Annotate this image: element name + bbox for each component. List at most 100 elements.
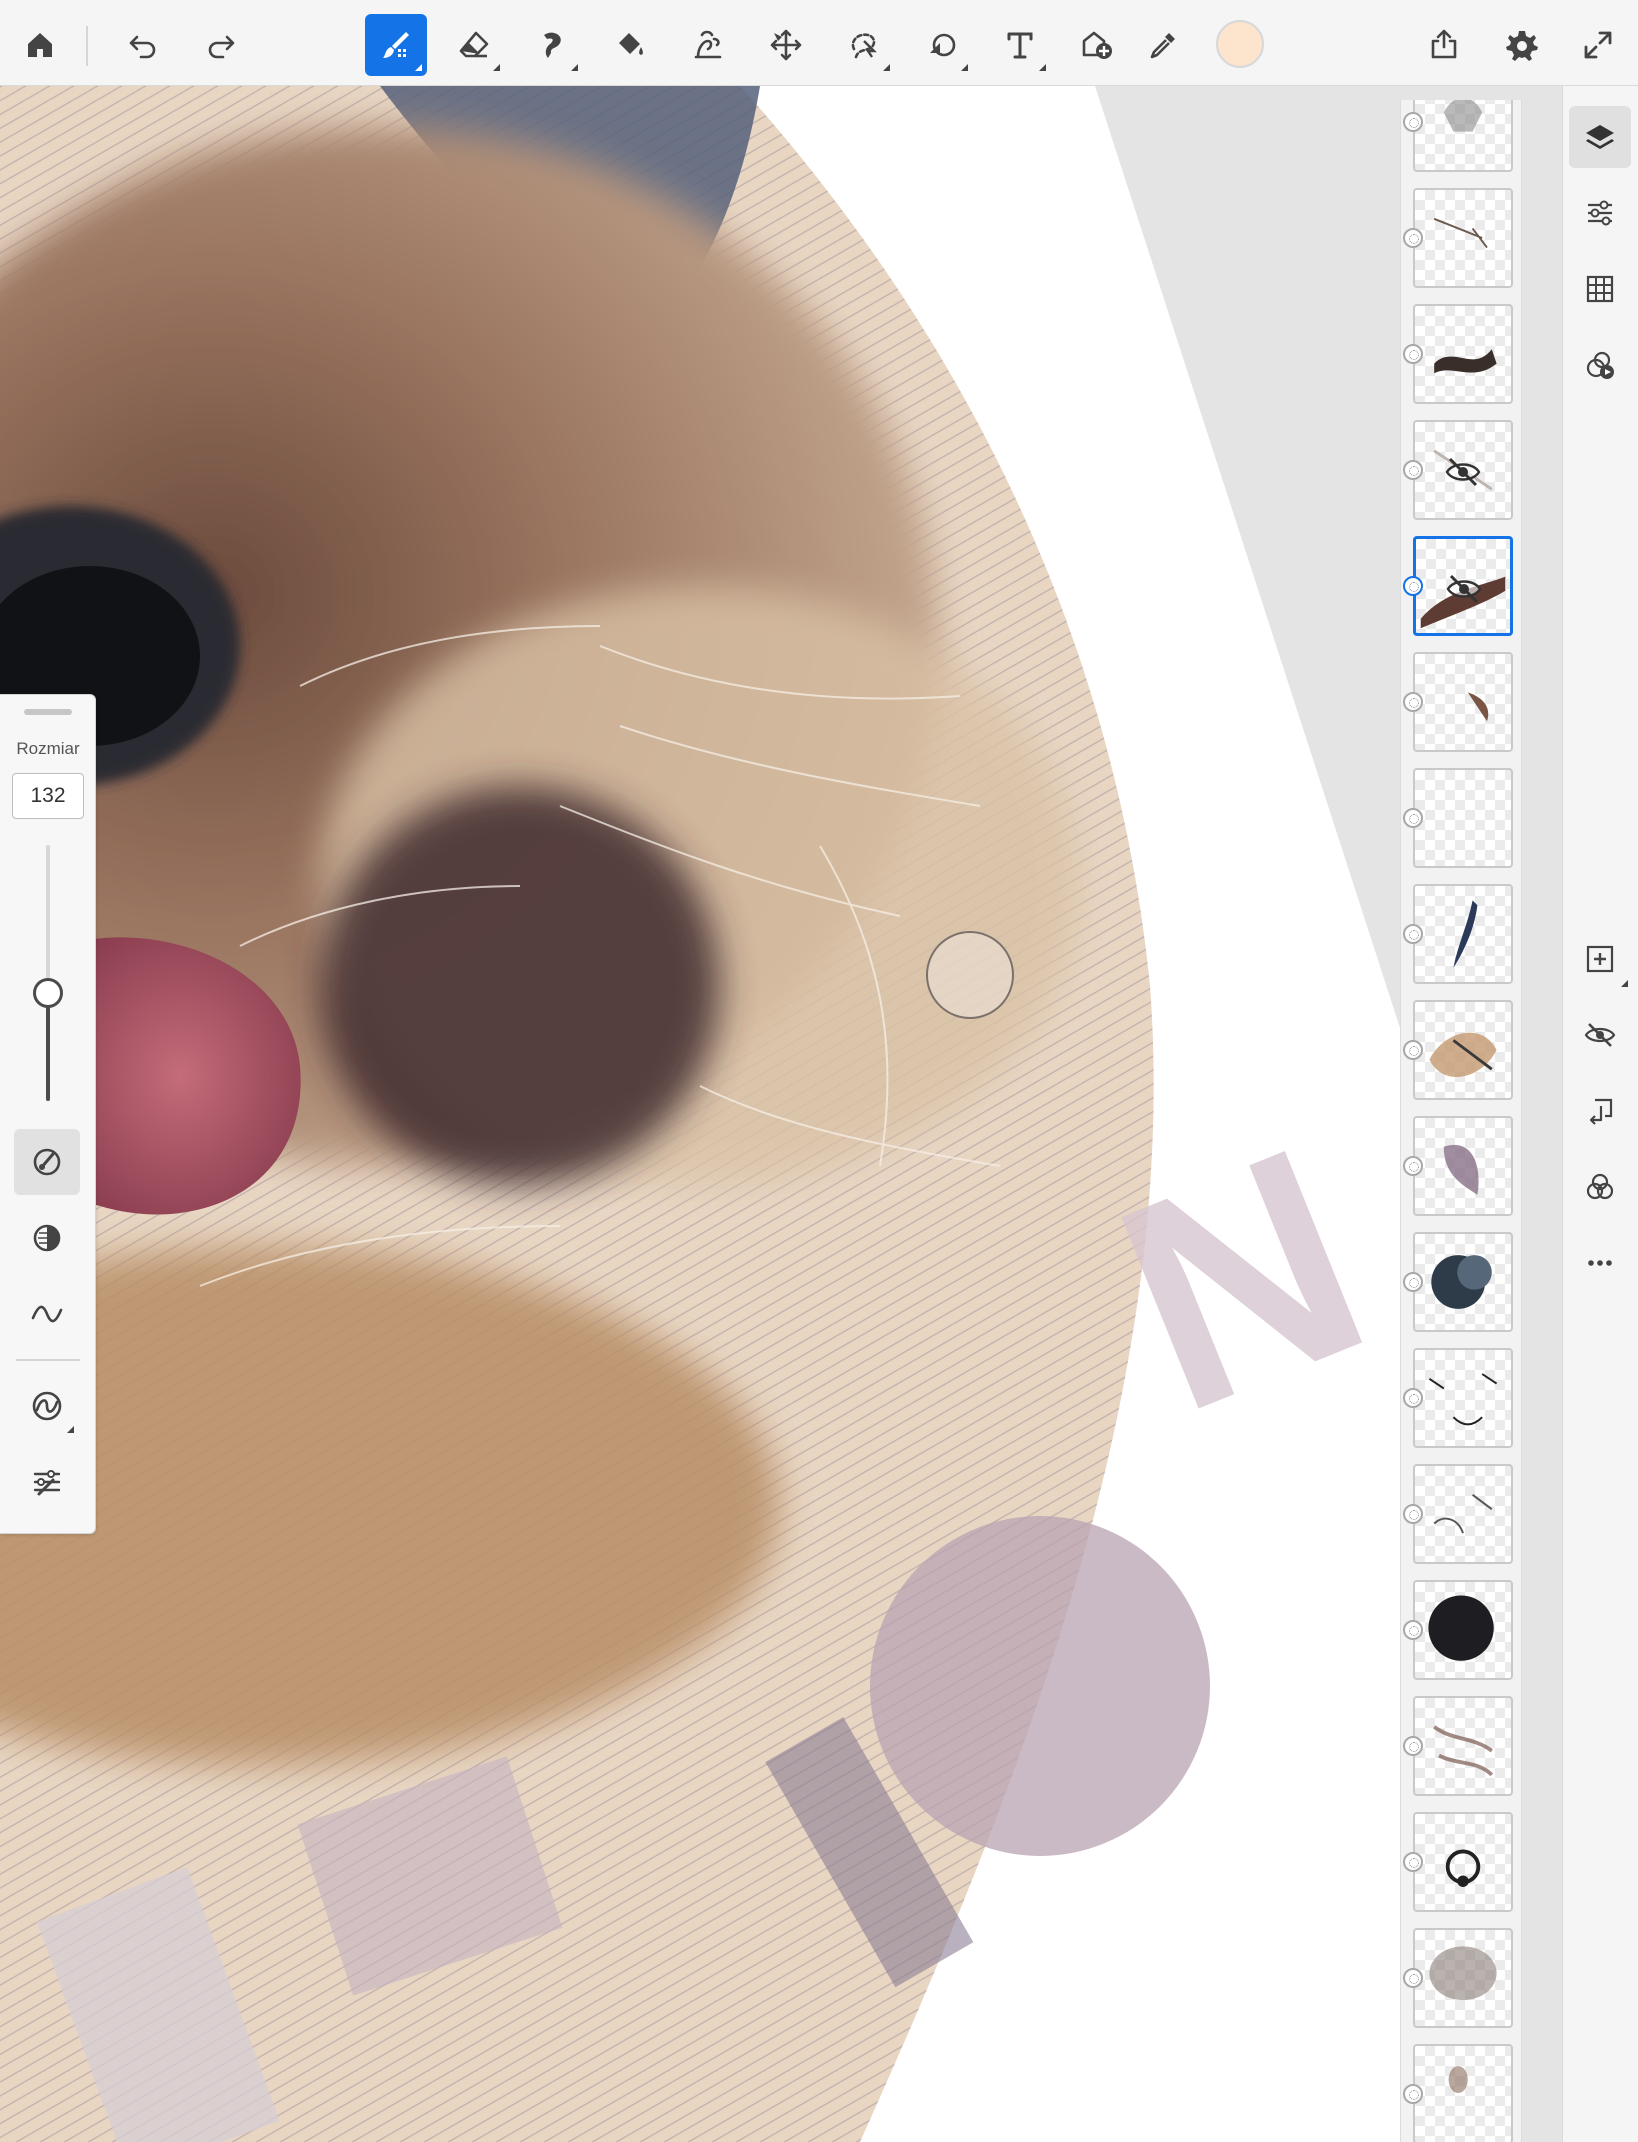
brush-presets-button[interactable] [14,1373,80,1439]
layer-mask-toggle[interactable] [1403,924,1423,944]
shape-icon [930,33,956,57]
layer-mask-toggle[interactable] [1403,2084,1423,2104]
layer-thumbnail[interactable] [1413,420,1513,520]
eyedropper-button[interactable] [1132,14,1194,76]
layer-thumbnail[interactable] [1413,2044,1513,2142]
brush-settings-button[interactable] [14,1129,80,1195]
lasso-selection-icon [851,33,877,59]
layer-thumbnail[interactable] [1413,1696,1513,1796]
more-button[interactable] [1569,1232,1631,1294]
liquify-icon [694,30,722,59]
text-tool-button[interactable] [989,14,1051,76]
layer-visibility-button[interactable] [1569,1004,1631,1066]
layer-thumbnail[interactable] [1413,188,1513,288]
layer-mask-toggle[interactable] [1403,1388,1423,1408]
brush-tool-button[interactable] [365,14,427,76]
layer-mask-toggle[interactable] [1403,1736,1423,1756]
layer-mask-toggle[interactable] [1403,460,1423,480]
top-toolbar [0,0,1638,86]
transform-tool-button[interactable] [755,14,817,76]
layer-thumbnail[interactable] [1413,100,1513,172]
brush-adjust-button[interactable] [14,1449,80,1515]
layer-preview [1433,217,1488,249]
eye-hidden-icon [1446,574,1482,604]
fullscreen-button[interactable] [1567,14,1629,76]
brush-size-panel: Rozmiar 132 [0,694,96,1534]
share-button[interactable] [1413,14,1475,76]
layer-thumbnail[interactable] [1413,884,1513,984]
artwork: N [0,86,1562,2142]
grid-button[interactable] [1569,258,1631,320]
layer-mask-toggle[interactable] [1403,1968,1423,1988]
liquify-tool-button[interactable] [677,14,739,76]
layer-thumbnail[interactable] [1413,768,1513,868]
opacity-button[interactable] [14,1205,80,1271]
layer-mask-toggle[interactable] [1403,1852,1423,1872]
layer-mask-toggle[interactable] [1403,1620,1423,1640]
layer-thumbnail[interactable] [1413,652,1513,752]
layer-thumbnail[interactable] [1413,1812,1513,1912]
layer-preview [1428,1373,1498,1426]
layer-thumbnail[interactable] [1413,1348,1513,1448]
size-label: Rozmiar [16,739,80,758]
layer-preview [1415,770,1511,866]
selection-tool-button[interactable] [833,14,895,76]
merge-down-button[interactable] [1569,1080,1631,1142]
layer-thumbnail[interactable] [1413,1232,1513,1332]
tool-options-indicator [67,1426,74,1433]
opacity-icon [33,1224,61,1252]
layer-preview [1433,1494,1493,1534]
eraser-tool-button[interactable] [443,14,505,76]
layer-preview [1443,1144,1479,1195]
paint-brush-icon [383,32,409,58]
shape-tool-button[interactable] [911,14,973,76]
layer-mask-toggle[interactable] [1403,1040,1423,1060]
undo-button[interactable] [112,14,174,76]
layer-mask-toggle[interactable] [1403,112,1423,132]
panel-divider [16,1359,80,1361]
home-button[interactable] [9,14,71,76]
layer-mask-toggle[interactable] [1403,344,1423,364]
layer-mask-toggle[interactable] [1403,576,1423,596]
panel-grab-handle[interactable] [24,709,72,715]
move-transform-icon [770,29,802,61]
layer-thumbnail[interactable] [1413,1928,1513,2028]
layer-mask-toggle[interactable] [1403,1272,1423,1292]
layer-mask-toggle[interactable] [1403,1156,1423,1176]
size-input[interactable]: 132 [12,773,84,819]
layer-thumbnail[interactable] [1413,536,1513,636]
layer-thumbnail[interactable] [1413,1580,1513,1680]
brush-cursor [926,931,1014,1019]
redo-button[interactable] [190,14,252,76]
gear-icon [1506,31,1538,61]
adjustments-button[interactable] [1569,182,1631,244]
layer-mask-toggle[interactable] [1403,1504,1423,1524]
smudge-tool-button[interactable] [521,14,583,76]
layers-button[interactable] [1569,106,1631,168]
current-color-swatch[interactable] [1216,20,1264,68]
layer-mask-toggle[interactable] [1403,692,1423,712]
tool-options-indicator [1621,980,1628,987]
redo-icon [208,35,235,59]
place-image-button[interactable] [1067,14,1129,76]
layer-preview [1443,100,1483,132]
layer-mask-toggle[interactable] [1403,808,1423,828]
layer-preview [1453,900,1478,968]
settings-button[interactable] [1491,14,1553,76]
timelapse-button[interactable] [1569,334,1631,396]
layer-mask-toggle[interactable] [1403,228,1423,248]
tool-options-indicator [1039,64,1046,71]
drawing-canvas[interactable]: N [0,86,1562,2142]
layer-thumbnail[interactable] [1413,1000,1513,1100]
layer-thumbnail[interactable] [1413,304,1513,404]
layer-thumbnail[interactable] [1413,1116,1513,1216]
smoothing-icon [31,1305,63,1323]
right-rail [1562,86,1638,2142]
fill-tool-button[interactable] [599,14,661,76]
smoothing-button[interactable] [14,1281,80,1347]
blend-mode-button[interactable] [1569,1156,1631,1218]
fullscreen-icon [1584,31,1612,59]
add-layer-button[interactable] [1569,928,1631,990]
size-slider-handle[interactable] [33,978,63,1009]
layer-thumbnail[interactable] [1413,1464,1513,1564]
